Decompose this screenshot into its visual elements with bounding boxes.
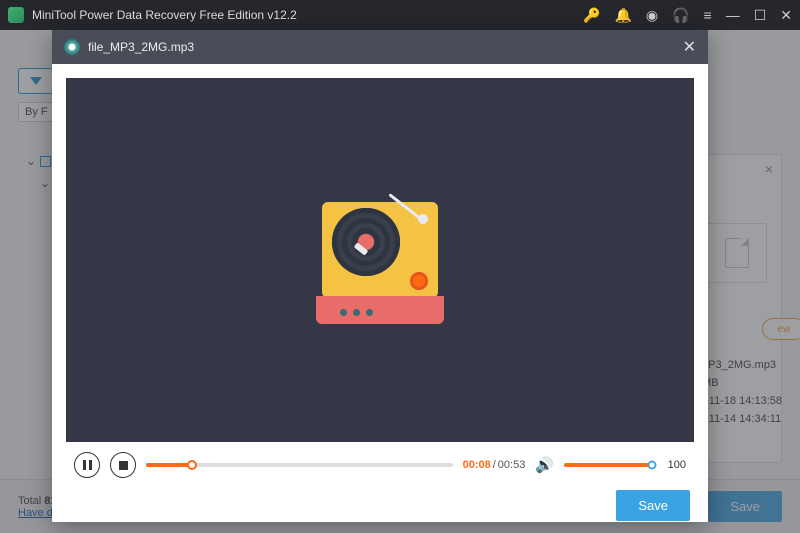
app-titlebar: MiniTool Power Data Recovery Free Editio… <box>0 0 800 30</box>
modal-header: file_MP3_2MG.mp3 ✕ <box>52 30 708 64</box>
media-player-canvas <box>66 78 694 442</box>
media-file-icon <box>64 39 80 55</box>
app-logo-icon <box>8 7 24 23</box>
close-icon[interactable]: ✕ <box>683 37 696 57</box>
save-button[interactable]: Save <box>616 490 690 521</box>
close-app-icon[interactable]: ✕ <box>780 7 792 24</box>
key-icon[interactable]: 🔑 <box>583 7 600 24</box>
stop-button[interactable] <box>110 452 136 478</box>
volume-icon[interactable]: 🔊 <box>535 456 554 474</box>
headphones-icon[interactable]: 🎧 <box>672 7 689 24</box>
stop-icon <box>119 461 128 470</box>
volume-slider[interactable] <box>564 463 652 467</box>
disc-icon[interactable]: ◉ <box>646 7 658 24</box>
seek-fill <box>146 463 192 467</box>
modal-title: file_MP3_2MG.mp3 <box>88 40 683 54</box>
current-time: 00:08 <box>463 459 491 471</box>
pause-button[interactable] <box>74 452 100 478</box>
app-title: MiniTool Power Data Recovery Free Editio… <box>32 8 583 22</box>
modal-footer: Save <box>52 488 708 522</box>
seek-bar[interactable] <box>146 463 453 467</box>
seek-thumb[interactable] <box>187 460 197 470</box>
bell-icon[interactable]: 🔔 <box>614 7 631 24</box>
pause-icon <box>83 460 92 470</box>
media-preview-modal: file_MP3_2MG.mp3 ✕ 00:08/00:53 <box>52 30 708 522</box>
volume-value: 100 <box>662 459 686 471</box>
turntable-art-icon <box>316 196 444 324</box>
minimize-icon[interactable]: — <box>726 7 740 23</box>
maximize-icon[interactable]: ☐ <box>754 7 767 24</box>
volume-thumb[interactable] <box>648 461 657 470</box>
menu-icon[interactable]: ≡ <box>704 7 712 23</box>
duration: 00:53 <box>498 459 526 471</box>
time-display: 00:08/00:53 <box>463 459 526 471</box>
player-controls: 00:08/00:53 🔊 100 <box>66 442 694 488</box>
